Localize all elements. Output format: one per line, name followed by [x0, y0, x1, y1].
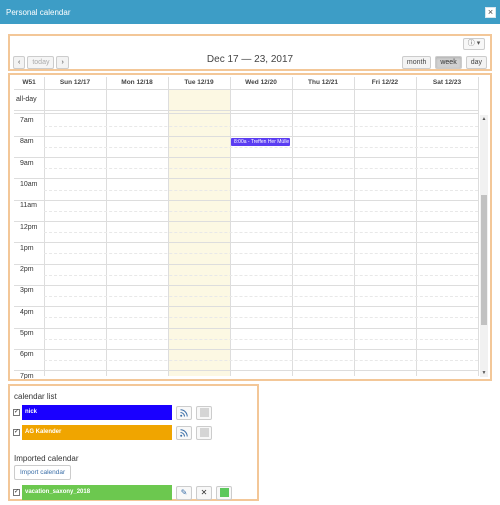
week-number-label: W51	[22, 79, 36, 86]
hour-label: 9am	[20, 159, 34, 167]
calendar-list-heading: calendar list	[14, 392, 57, 401]
allday-label: all-day	[16, 96, 37, 103]
calendar-name-bar[interactable]: vacation_saxony_2018	[22, 485, 172, 500]
edit-icon[interactable]: ✎	[176, 485, 192, 500]
window-titlebar: Personal calendar ×	[0, 0, 500, 24]
delete-icon[interactable]: ✕	[196, 485, 212, 500]
color-swatch-button[interactable]	[196, 425, 212, 440]
hour-label: 11am	[20, 202, 37, 210]
day-header: Thu 12/21	[308, 79, 338, 86]
import-calendar-button[interactable]: Import calendar	[14, 465, 72, 480]
half-hour-line	[44, 338, 478, 340]
calendar-event[interactable]: 8:00a - Treffen Her Mülle	[231, 138, 290, 147]
header-divider	[14, 89, 478, 90]
half-hour-line	[44, 232, 478, 234]
half-hour-line	[44, 317, 478, 319]
day-header: Sun 12/17	[59, 79, 91, 86]
hour-line	[14, 370, 478, 372]
vertical-scrollbar[interactable]: ▲ ▼	[480, 115, 488, 377]
half-hour-line	[44, 296, 478, 298]
day-column-divider	[106, 77, 107, 376]
calendar-name-bar[interactable]: nick	[22, 405, 172, 420]
hour-line	[14, 157, 478, 159]
close-icon[interactable]: ×	[485, 6, 496, 18]
hour-line	[14, 242, 478, 244]
half-hour-line	[44, 125, 478, 127]
hour-label: 7pm	[20, 372, 34, 380]
rss-icon[interactable]	[176, 405, 192, 420]
calendar-checkbox[interactable]: ✓	[13, 429, 20, 436]
day-header: Fri 12/22	[371, 79, 399, 86]
hour-label: 6pm	[20, 351, 34, 359]
day-header: Mon 12/18	[121, 79, 153, 86]
day-column-divider	[478, 77, 479, 376]
half-hour-line	[44, 210, 478, 212]
hour-line	[14, 263, 478, 265]
hour-line	[14, 178, 478, 180]
hour-label: 7am	[20, 117, 34, 124]
day-header: Tue 12/19	[184, 79, 214, 86]
color-swatch	[199, 408, 209, 417]
window-title: Personal calendar	[6, 7, 71, 17]
hour-line	[14, 221, 478, 222]
color-swatch-button[interactable]	[196, 405, 212, 420]
half-hour-line	[44, 189, 478, 191]
hour-line	[14, 135, 478, 137]
scroll-down-icon[interactable]: ▼	[480, 369, 488, 377]
half-hour-line	[44, 253, 478, 255]
hour-label: 1pm	[20, 244, 34, 252]
scroll-up-icon[interactable]: ▲	[480, 115, 488, 123]
hour-label: 5pm	[20, 330, 34, 337]
view-week-button[interactable]: week	[435, 56, 462, 69]
calendar-checkbox[interactable]: ✓	[13, 489, 20, 496]
day-column-divider	[416, 77, 417, 376]
day-column-divider	[354, 77, 355, 376]
calendar-checkbox[interactable]: ✓	[13, 409, 20, 416]
hour-line	[14, 199, 478, 201]
hour-line	[14, 327, 478, 329]
rss-icon[interactable]	[176, 425, 192, 440]
day-column-divider	[292, 77, 293, 376]
day-column-divider	[44, 77, 45, 376]
view-day-button[interactable]: day	[465, 56, 487, 69]
scroll-thumb[interactable]	[481, 195, 487, 325]
color-swatch-button[interactable]	[216, 485, 232, 500]
calendar-name-bar[interactable]: AG Kalender	[22, 425, 172, 440]
day-header: Sat 12/23	[432, 79, 462, 86]
half-hour-line	[44, 359, 478, 361]
allday-divider	[14, 113, 478, 114]
view-switcher: month week day	[401, 56, 487, 69]
hour-line	[14, 348, 478, 350]
hour-label: 4pm	[20, 308, 34, 316]
calendar-toolbar: ⓘ ▾ ‹ today › Dec 17 — 23, 2017 month we…	[8, 34, 492, 71]
view-month-button[interactable]: month	[401, 56, 432, 69]
half-hour-line	[44, 168, 478, 170]
help-dropdown-button[interactable]: ⓘ ▾	[463, 38, 485, 50]
color-swatch	[219, 488, 229, 497]
half-hour-line	[44, 274, 478, 276]
hour-line	[14, 306, 478, 308]
hour-label: 10am	[20, 180, 38, 188]
hour-label: 12pm	[20, 223, 38, 231]
imported-calendar-heading: Imported calendar	[14, 454, 79, 463]
hour-label: 3pm	[20, 287, 34, 295]
imported-row-vacation: ✓ vacation_saxony_2018 ✎ ✕	[13, 485, 232, 500]
calendar-list-panel: calendar list ✓ nick ✓ AG Kalender Impor…	[8, 384, 259, 501]
calendar-row-nick: ✓ nick	[13, 405, 212, 420]
day-header: Wed 12/20	[245, 79, 277, 86]
color-swatch	[199, 428, 209, 437]
hour-line	[14, 284, 478, 286]
hour-label: 2pm	[20, 266, 34, 274]
day-column-divider	[168, 77, 169, 376]
half-hour-line	[44, 146, 478, 148]
hour-label: 8am	[20, 138, 34, 146]
day-column-divider	[230, 77, 231, 376]
week-calendar-grid: W51 Sun 12/17 Mon 12/18 Tue 12/19 Wed 12/20 T…	[8, 73, 492, 381]
allday-divider	[14, 110, 478, 111]
calendar-row-ag-kalender: ✓ AG Kalender	[13, 425, 212, 440]
